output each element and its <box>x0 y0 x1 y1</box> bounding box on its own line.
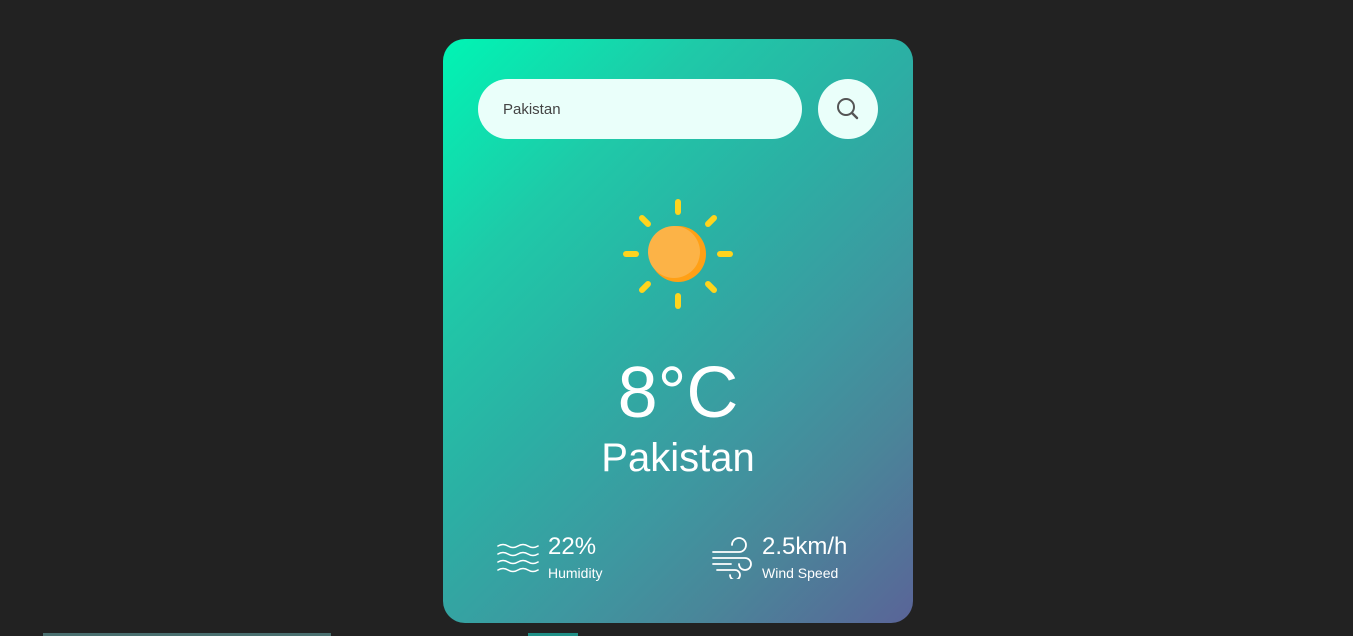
wind-icon <box>712 536 752 579</box>
humidity-detail: 22% Humidity <box>497 533 602 582</box>
city-name: Pakistan <box>601 436 755 480</box>
wind-speed-label: Wind Speed <box>762 565 839 581</box>
weather-card: 8°C Pakistan 22% Humidity 2.5km/h <box>443 39 913 623</box>
humidity-waves-icon <box>497 543 539 572</box>
wind-detail: 2.5km/h Wind Speed <box>711 533 847 582</box>
humidity-label: Humidity <box>548 565 603 581</box>
humidity-value: 22% <box>548 533 597 560</box>
search-input[interactable] <box>478 79 802 139</box>
search-icon <box>837 98 859 120</box>
search-button[interactable] <box>818 79 878 139</box>
sun-icon <box>623 199 733 309</box>
wind-speed-value: 2.5km/h <box>762 533 848 560</box>
temperature-value: 8°C <box>617 353 739 433</box>
